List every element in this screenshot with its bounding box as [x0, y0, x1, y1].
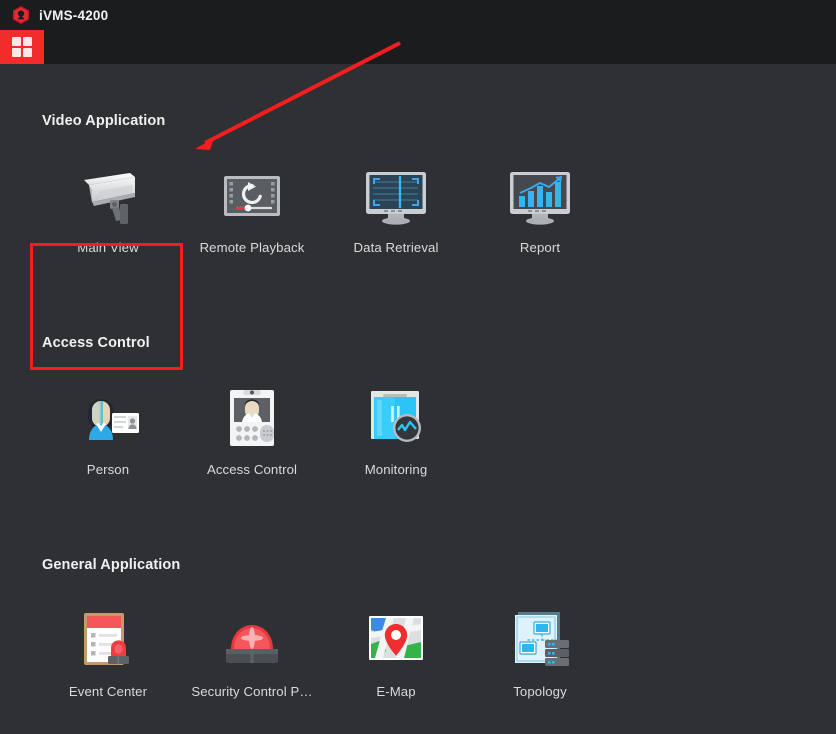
app-tile-event-center[interactable]: Event Center: [36, 604, 180, 724]
title-bar: iVMS-4200: [0, 0, 836, 30]
app-tile-monitoring[interactable]: Monitoring: [324, 382, 468, 502]
app-tile-label: E-Map: [376, 684, 416, 699]
section-row-access-control: Person Access Control Monitoring: [0, 374, 836, 506]
app-tile-label: Topology: [513, 684, 567, 699]
home-tab[interactable]: [0, 30, 44, 64]
map-pin-icon: [360, 604, 432, 676]
cctv-camera-icon: [72, 160, 144, 232]
app-tile-label: Remote Playback: [199, 240, 305, 255]
app-tile-main-view[interactable]: Main View: [36, 160, 180, 280]
app-tile-e-map[interactable]: E-Map: [324, 604, 468, 724]
section-title-general-application: General Application: [42, 557, 181, 573]
section-row-general-application: Event Center Security Control P… E-Map T…: [0, 596, 836, 728]
app-tile-label: Monitoring: [364, 462, 428, 477]
monitor-search-icon: [360, 160, 432, 232]
app-tile-label: Event Center: [68, 684, 148, 699]
application-window: iVMS-4200 Video Application Main View Re…: [0, 0, 836, 734]
section-row-video-application: Main View Remote Playback Data Retrieval…: [0, 152, 836, 370]
grid-2x2-icon: [12, 37, 32, 57]
app-tile-person[interactable]: Person: [36, 382, 180, 502]
main-content: Video Application Main View Remote Playb…: [0, 64, 836, 734]
hexagon-logo-icon: [11, 5, 31, 25]
app-tile-access-control[interactable]: Access Control: [180, 382, 324, 502]
monitor-chart-icon: [504, 160, 576, 232]
app-tile-report[interactable]: Report: [468, 160, 612, 280]
app-tile-label: Security Control P…: [191, 684, 313, 699]
app-tile-label: Person: [86, 462, 130, 477]
network-topology-icon: [504, 604, 576, 676]
app-tile-remote-playback[interactable]: Remote Playback: [180, 160, 324, 280]
app-tile-label: Data Retrieval: [353, 240, 439, 255]
app-tile-label: Main View: [77, 240, 139, 255]
siren-beacon-icon: [216, 604, 288, 676]
access-terminal-icon: [216, 382, 288, 454]
door-monitoring-icon: [360, 382, 432, 454]
tab-strip: [0, 30, 836, 64]
clipboard-alarm-icon: [72, 604, 144, 676]
person-id-card-icon: [72, 382, 144, 454]
app-tile-data-retrieval[interactable]: Data Retrieval: [324, 160, 468, 280]
playback-replay-icon: [216, 160, 288, 232]
app-tile-label: Report: [519, 240, 561, 255]
section-title-access-control: Access Control: [42, 335, 150, 351]
app-tile-security-control-panel[interactable]: Security Control P…: [180, 604, 324, 724]
app-tile-topology[interactable]: Topology: [468, 604, 612, 724]
app-tile-label: Access Control: [206, 462, 298, 477]
app-title: iVMS-4200: [39, 7, 109, 23]
section-title-video-application: Video Application: [42, 113, 166, 129]
